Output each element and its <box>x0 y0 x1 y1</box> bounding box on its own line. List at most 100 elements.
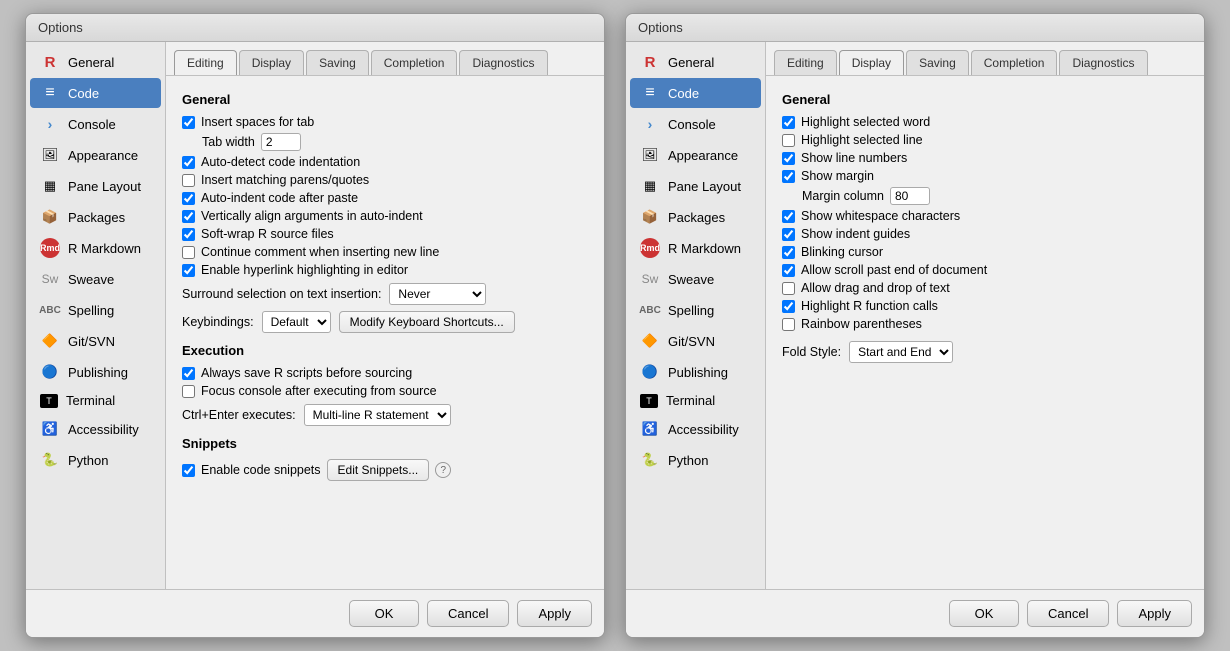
highlight-functions-item: Highlight R function calls <box>782 299 1188 313</box>
sidebar-item-accessibility-2[interactable]: ♿ Accessibility <box>630 414 761 444</box>
sidebar-item-appearance-2[interactable]: 🖼 Appearance <box>630 140 761 170</box>
highlight-word-checkbox[interactable] <box>782 116 795 129</box>
insert-spaces-item: Insert spaces for tab <box>182 115 588 129</box>
hyperlink-checkbox[interactable] <box>182 264 195 277</box>
sidebar-item-general-2[interactable]: R General <box>630 47 761 77</box>
always-save-checkbox[interactable] <box>182 367 195 380</box>
sweave-icon: Sw <box>40 269 60 289</box>
insert-spaces-checkbox[interactable] <box>182 116 195 129</box>
tab-completion-2[interactable]: Completion <box>971 50 1058 75</box>
git-svn-icon-2: 🔶 <box>640 331 660 351</box>
sidebar-item-terminal-2[interactable]: T Terminal <box>630 388 761 413</box>
tab-width-input[interactable] <box>261 133 301 151</box>
packages-icon: 📦 <box>40 207 60 227</box>
sidebar-item-code-2[interactable]: ≡ Code <box>630 78 761 108</box>
modify-shortcuts-button[interactable]: Modify Keyboard Shortcuts... <box>339 311 515 333</box>
scroll-past-checkbox[interactable] <box>782 264 795 277</box>
sidebar-item-sweave[interactable]: Sw Sweave <box>30 264 161 294</box>
show-margin-label: Show margin <box>801 169 874 183</box>
sidebar-item-python-2[interactable]: 🐍 Python <box>630 445 761 475</box>
fold-style-select[interactable]: Start and End Start Only <box>849 341 953 363</box>
sidebar-item-code[interactable]: ≡ Code <box>30 78 161 108</box>
continue-comment-checkbox[interactable] <box>182 246 195 259</box>
cancel-button-display[interactable]: Cancel <box>1027 600 1109 627</box>
ok-button-display[interactable]: OK <box>949 600 1019 627</box>
auto-detect-checkbox[interactable] <box>182 156 195 169</box>
ok-button-editing[interactable]: OK <box>349 600 419 627</box>
apply-button-display[interactable]: Apply <box>1117 600 1192 627</box>
insert-matching-label: Insert matching parens/quotes <box>201 173 369 187</box>
sidebar-item-appearance[interactable]: 🖼 Appearance <box>30 140 161 170</box>
ctrl-enter-select[interactable]: Multi-line R statement Current line <box>304 404 451 426</box>
sidebar-item-spelling[interactable]: ABC Spelling <box>30 295 161 325</box>
sidebar-item-publishing-2[interactable]: 🔵 Publishing <box>630 357 761 387</box>
drag-drop-checkbox[interactable] <box>782 282 795 295</box>
focus-console-label: Focus console after executing from sourc… <box>201 384 437 398</box>
tab-diagnostics[interactable]: Diagnostics <box>459 50 547 75</box>
tab-saving[interactable]: Saving <box>306 50 369 75</box>
surround-select[interactable]: Never Always Quotes Only <box>389 283 486 305</box>
show-margin-checkbox[interactable] <box>782 170 795 183</box>
accessibility-icon-2: ♿ <box>640 419 660 439</box>
hyperlink-item: Enable hyperlink highlighting in editor <box>182 263 588 277</box>
tab-display[interactable]: Display <box>239 50 304 75</box>
tab-saving-2[interactable]: Saving <box>906 50 969 75</box>
tab-diagnostics-2[interactable]: Diagnostics <box>1059 50 1147 75</box>
sidebar-item-r-markdown[interactable]: Rmd R Markdown <box>30 233 161 263</box>
snippets-help-icon[interactable]: ? <box>435 462 451 478</box>
insert-matching-item: Insert matching parens/quotes <box>182 173 588 187</box>
sidebar-item-spelling-2[interactable]: ABC Spelling <box>630 295 761 325</box>
sidebar-label-pane-layout: Pane Layout <box>68 179 141 194</box>
apply-button-editing[interactable]: Apply <box>517 600 592 627</box>
sidebar-item-pane-layout[interactable]: ▦ Pane Layout <box>30 171 161 201</box>
sidebar-item-publishing[interactable]: 🔵 Publishing <box>30 357 161 387</box>
rainbow-parens-checkbox[interactable] <box>782 318 795 331</box>
sidebar-item-packages[interactable]: 📦 Packages <box>30 202 161 232</box>
sidebar-item-sweave-2[interactable]: Sw Sweave <box>630 264 761 294</box>
auto-indent-label: Auto-indent code after paste <box>201 191 358 205</box>
tab-completion[interactable]: Completion <box>371 50 458 75</box>
focus-console-checkbox[interactable] <box>182 385 195 398</box>
content-area-editing: Editing Display Saving Completion Diagno… <box>166 42 604 589</box>
rainbow-parens-label: Rainbow parentheses <box>801 317 922 331</box>
sidebar-item-git-svn[interactable]: 🔶 Git/SVN <box>30 326 161 356</box>
sidebar-item-git-svn-2[interactable]: 🔶 Git/SVN <box>630 326 761 356</box>
blinking-cursor-label: Blinking cursor <box>801 245 883 259</box>
accessibility-icon: ♿ <box>40 419 60 439</box>
highlight-line-label: Highlight selected line <box>801 133 923 147</box>
tab-display-2[interactable]: Display <box>839 50 904 75</box>
highlight-line-checkbox[interactable] <box>782 134 795 147</box>
sidebar-item-pane-layout-2[interactable]: ▦ Pane Layout <box>630 171 761 201</box>
show-line-numbers-checkbox[interactable] <box>782 152 795 165</box>
snippets-label: Enable code snippets <box>201 463 321 477</box>
insert-matching-checkbox[interactable] <box>182 174 195 187</box>
sidebar-item-general[interactable]: R General <box>30 47 161 77</box>
snippets-checkbox[interactable] <box>182 464 195 477</box>
spelling-icon: ABC <box>40 300 60 320</box>
show-indent-checkbox[interactable] <box>782 228 795 241</box>
show-whitespace-checkbox[interactable] <box>782 210 795 223</box>
sidebar-item-console[interactable]: › Console <box>30 109 161 139</box>
keybindings-label: Keybindings: <box>182 315 254 329</box>
sidebar-item-terminal[interactable]: T Terminal <box>30 388 161 413</box>
cancel-button-editing[interactable]: Cancel <box>427 600 509 627</box>
keybindings-select[interactable]: Default Vim Emacs <box>262 311 331 333</box>
sidebar-item-console-2[interactable]: › Console <box>630 109 761 139</box>
sidebar-label-git-svn-2: Git/SVN <box>668 334 715 349</box>
sidebar-item-accessibility[interactable]: ♿ Accessibility <box>30 414 161 444</box>
sidebar-item-packages-2[interactable]: 📦 Packages <box>630 202 761 232</box>
sidebar-item-r-markdown-2[interactable]: Rmd R Markdown <box>630 233 761 263</box>
vertically-align-checkbox[interactable] <box>182 210 195 223</box>
auto-indent-checkbox[interactable] <box>182 192 195 205</box>
blinking-cursor-checkbox[interactable] <box>782 246 795 259</box>
margin-column-input[interactable] <box>890 187 930 205</box>
tab-editing[interactable]: Editing <box>174 50 237 75</box>
vertically-align-label: Vertically align arguments in auto-inden… <box>201 209 423 223</box>
edit-snippets-button[interactable]: Edit Snippets... <box>327 459 430 481</box>
sidebar-label-accessibility-2: Accessibility <box>668 422 739 437</box>
highlight-functions-checkbox[interactable] <box>782 300 795 313</box>
soft-wrap-checkbox[interactable] <box>182 228 195 241</box>
sidebar-item-python[interactable]: 🐍 Python <box>30 445 161 475</box>
sidebar-label-publishing: Publishing <box>68 365 128 380</box>
tab-editing-2[interactable]: Editing <box>774 50 837 75</box>
